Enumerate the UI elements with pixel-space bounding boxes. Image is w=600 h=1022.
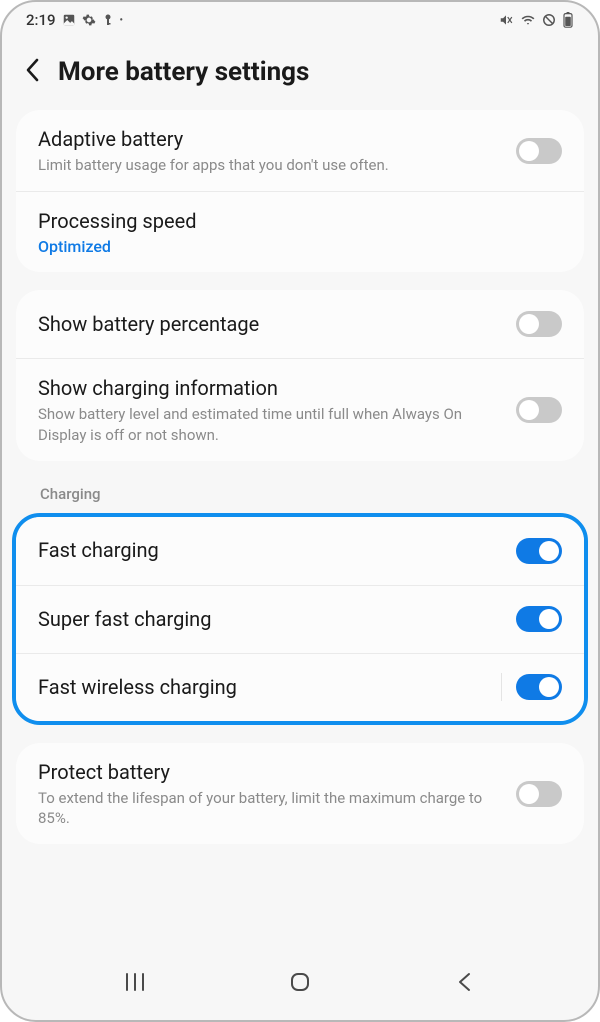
processing-speed-row[interactable]: Processing speed Optimized (16, 191, 584, 272)
toggle-knob (519, 314, 539, 334)
super-fast-charging-toggle[interactable] (516, 606, 562, 632)
toggle-knob (539, 677, 559, 697)
row-text: Super fast charging (38, 606, 516, 633)
image-icon (62, 13, 76, 27)
settings-card: Fast charging Super fast charging Fast wir… (16, 517, 584, 721)
back-nav-button[interactable] (451, 968, 479, 996)
row-title: Show battery percentage (38, 311, 504, 338)
show-battery-percentage-row[interactable]: Show battery percentage (16, 290, 584, 358)
row-text: Show charging informationShow battery le… (38, 375, 516, 445)
row-title: Protect battery (38, 759, 504, 786)
adaptive-battery-row[interactable]: Adaptive batteryLimit battery usage for … (16, 110, 584, 191)
toggle-knob (539, 609, 559, 629)
do-not-disturb-icon (542, 13, 556, 27)
section-label: Charging (16, 479, 584, 513)
super-fast-charging-row[interactable]: Super fast charging (16, 585, 584, 653)
row-value: Optimized (38, 237, 550, 256)
adaptive-battery-toggle[interactable] (516, 138, 562, 164)
battery-icon (562, 12, 574, 28)
key-icon (102, 13, 114, 27)
toggle-knob (539, 541, 559, 561)
row-title: Fast charging (38, 537, 504, 564)
navigation-bar (2, 956, 598, 1020)
phone-frame: 2:19 • (0, 0, 600, 1022)
toggle-knob (519, 400, 539, 420)
row-text: Protect batteryTo extend the lifespan of… (38, 759, 516, 829)
dot-icon: • (120, 15, 124, 26)
row-subtitle: Limit battery usage for apps that you do… (38, 155, 504, 175)
row-title: Fast wireless charging (38, 674, 489, 701)
status-bar-left: 2:19 • (26, 11, 123, 29)
recents-button[interactable] (121, 968, 149, 996)
row-text: Fast wireless charging (38, 674, 501, 701)
highlighted-group: Fast charging Super fast charging Fast wir… (12, 513, 588, 725)
row-title: Processing speed (38, 208, 550, 235)
show-charging-information-toggle[interactable] (516, 397, 562, 423)
settings-card: Show battery percentage Show charging inf… (16, 290, 584, 461)
show-battery-percentage-toggle[interactable] (516, 311, 562, 337)
row-text: Processing speed Optimized (38, 208, 562, 256)
toggle-knob (519, 141, 539, 161)
toggle-knob (519, 784, 539, 804)
row-text: Show battery percentage (38, 311, 516, 338)
row-title: Show charging information (38, 375, 504, 402)
protect-battery-row[interactable]: Protect batteryTo extend the lifespan of… (16, 743, 584, 845)
fast-wireless-charging-toggle[interactable] (516, 674, 562, 700)
settings-card: Adaptive batteryLimit battery usage for … (16, 110, 584, 272)
settings-card: Protect batteryTo extend the lifespan of… (16, 743, 584, 845)
row-subtitle: Show battery level and estimated time un… (38, 404, 504, 445)
toggle-separator (501, 673, 502, 701)
home-button[interactable] (286, 968, 314, 996)
fast-wireless-charging-row[interactable]: Fast wireless charging (16, 653, 584, 721)
back-button[interactable] (24, 56, 42, 88)
wifi-icon (520, 13, 536, 27)
show-charging-information-row[interactable]: Show charging informationShow battery le… (16, 358, 584, 461)
status-bar: 2:19 • (2, 2, 598, 38)
mute-icon (498, 13, 514, 27)
page-title: More battery settings (58, 57, 309, 87)
row-text: Fast charging (38, 537, 516, 564)
protect-battery-toggle[interactable] (516, 781, 562, 807)
row-subtitle: To extend the lifespan of your battery, … (38, 788, 504, 829)
fast-charging-row[interactable]: Fast charging (16, 517, 584, 585)
page-header: More battery settings (2, 38, 598, 110)
settings-content[interactable]: Adaptive batteryLimit battery usage for … (2, 110, 598, 956)
row-title: Adaptive battery (38, 126, 504, 153)
gear-icon (82, 13, 96, 27)
row-title: Super fast charging (38, 606, 504, 633)
row-text: Adaptive batteryLimit battery usage for … (38, 126, 516, 175)
status-bar-right (498, 12, 574, 28)
fast-charging-toggle[interactable] (516, 538, 562, 564)
status-time: 2:19 (26, 11, 56, 29)
